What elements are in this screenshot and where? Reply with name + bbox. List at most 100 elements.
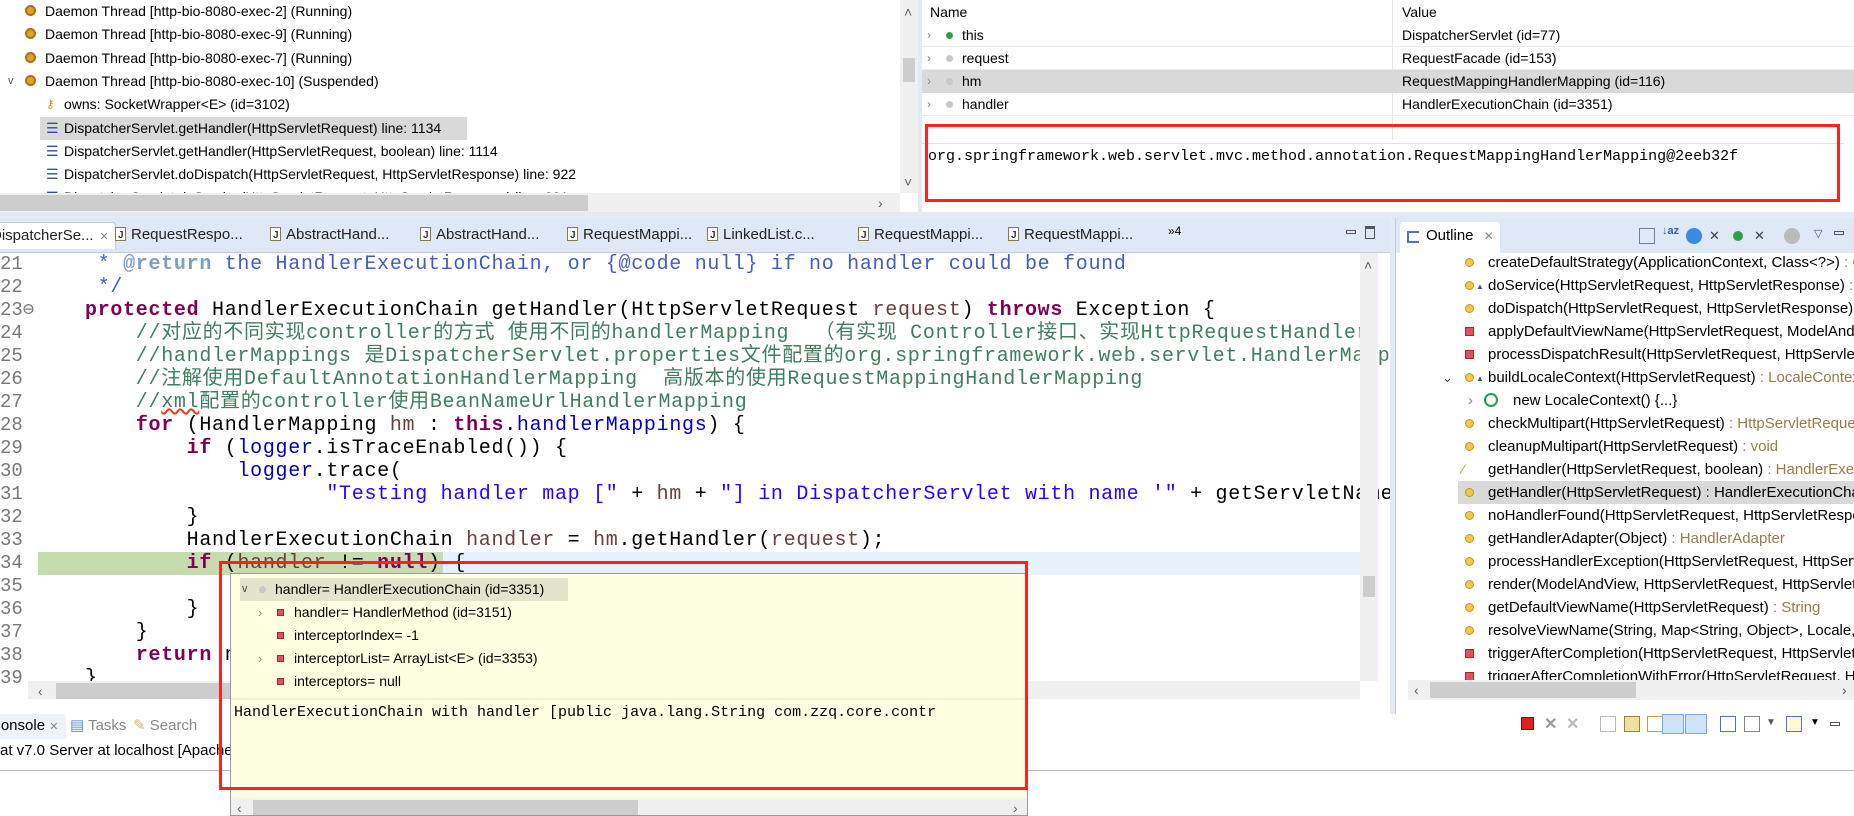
monitor-item[interactable]: ⚷ owns: SocketWrapper<E> (id=3102) <box>0 93 900 116</box>
editor-tab[interactable]: DispatcherSe... ✕ <box>0 222 116 249</box>
code-line[interactable]: for (HandlerMapping hm : this.handlerMap… <box>85 414 1360 437</box>
tab-search[interactable]: ✎ Search <box>133 714 197 739</box>
editor-tab[interactable]: RequestMappi... <box>1008 222 1133 249</box>
editor-tab[interactable]: AbstractHand... <box>420 222 539 249</box>
outline-item[interactable]: noHandlerFound(HttpServletRequest, HttpS… <box>1396 504 1854 527</box>
outline-item[interactable]: processHandlerException(HttpServletReque… <box>1396 550 1854 573</box>
vertical-scrollbar[interactable]: ˄ ˅ <box>900 0 918 193</box>
chevron-right-icon[interactable]: › <box>1468 389 1473 412</box>
chevron-down-icon[interactable]: ⌄ <box>1442 366 1453 389</box>
code-line[interactable]: //注解使用DefaultAnnotationHandlerMapping 高版… <box>85 368 1360 391</box>
chevron-right-icon[interactable]: › <box>927 47 931 70</box>
scroll-right-icon[interactable]: › <box>878 193 883 213</box>
code-line[interactable]: //对应的不同实现controller的方式 使用不同的handlerMappi… <box>85 322 1390 345</box>
outline-item[interactable]: ▲ doService(HttpServletRequest, HttpServl… <box>1396 274 1854 297</box>
code-line[interactable]: } <box>85 506 1360 529</box>
code-line[interactable]: */ <box>85 276 1360 299</box>
editor-tab[interactable]: LinkedList.c... <box>707 222 815 249</box>
outline-item[interactable]: ⌄ ▲ buildLocaleContext(HttpServletRequest)… <box>1396 366 1854 389</box>
variable-row[interactable]: › hm RequestMappingHandlerMapping (id=116) <box>922 70 1854 93</box>
outline-item[interactable]: applyDefaultViewName(HttpServletRequest,… <box>1396 320 1854 343</box>
outline-item[interactable]: processDispatchResult(HttpServletRequest… <box>1396 343 1854 366</box>
outline-item[interactable]: resolveViewName(String, Map<String, Obje… <box>1396 619 1854 642</box>
chevron-down-icon[interactable]: ▼ <box>1810 717 1820 728</box>
outline-item[interactable]: doDispatch(HttpServletRequest, HttpServl… <box>1396 297 1854 320</box>
horizontal-scrollbar[interactable]: ‹ › <box>231 798 1027 815</box>
outline-tree[interactable]: createDefaultStrategy(ApplicationContext… <box>1396 251 1854 685</box>
outline-item[interactable]: getHandler(HttpServletRequest) : Handler… <box>1396 481 1854 504</box>
variable-row[interactable]: › request RequestFacade (id=153) <box>922 47 1854 70</box>
scroll-left-icon[interactable]: ‹ <box>1414 680 1419 700</box>
chevron-down-icon[interactable]: v <box>8 70 14 93</box>
tab-console[interactable]: Console ✕ <box>0 714 66 739</box>
scroll-up-icon[interactable]: ˄ <box>904 2 912 22</box>
code-line[interactable]: protected HandlerExecutionChain getHandl… <box>85 299 1360 322</box>
hide-static-icon[interactable]: ✕ <box>1709 228 1725 244</box>
word-wrap-icon[interactable] <box>1647 716 1663 732</box>
collapse-all-icon[interactable] <box>1639 228 1655 244</box>
minimize-icon[interactable] <box>1830 722 1840 726</box>
horizontal-scrollbar[interactable]: › <box>0 193 900 213</box>
remove-launch-icon[interactable]: ✕ <box>1544 714 1560 733</box>
clear-console-icon[interactable] <box>1600 716 1616 732</box>
stack-frame[interactable]: ☰ DispatcherServlet.doDispatch(HttpServle… <box>0 163 900 186</box>
hide-local-types-icon[interactable]: ✕ <box>1754 228 1770 244</box>
variable-row[interactable]: › handler HandlerExecutionChain (id=3351) <box>922 93 1854 116</box>
outline-item[interactable]: checkMultipart(HttpServletRequest) : Htt… <box>1396 412 1854 435</box>
scroll-right-icon[interactable]: › <box>1842 680 1847 700</box>
scroll-left-icon[interactable]: ‹ <box>38 681 43 699</box>
outline-item[interactable]: getDefaultViewName(HttpServletRequest) :… <box>1396 596 1854 619</box>
sort-icon[interactable]: ↓az <box>1662 225 1679 241</box>
thread-item[interactable]: Daemon Thread [http-bio-8080-exec-2] (Ru… <box>0 0 900 23</box>
code-line[interactable]: HandlerExecutionChain handler = hm.getHa… <box>85 529 1360 552</box>
display-console-icon[interactable] <box>1744 716 1760 732</box>
focus-icon[interactable] <box>1784 228 1800 244</box>
editor-tab[interactable]: RequestRespo... <box>115 222 243 249</box>
maximize-icon[interactable] <box>1365 226 1375 239</box>
scroll-right-icon[interactable]: › <box>1013 798 1018 815</box>
code-line[interactable]: //xml配置的controller使用BeanNameUrlHandlerMa… <box>85 391 1360 414</box>
hide-nonpublic-icon[interactable] <box>1733 231 1743 241</box>
remove-all-icon[interactable]: ✕ <box>1566 714 1582 733</box>
thread-item[interactable]: Daemon Thread [http-bio-8080-exec-7] (Ru… <box>0 47 900 70</box>
code-line[interactable]: logger.trace( <box>85 460 1360 483</box>
outline-item[interactable]: createDefaultStrategy(ApplicationContext… <box>1396 251 1854 274</box>
hide-fields-icon[interactable] <box>1686 228 1702 244</box>
close-icon[interactable]: ✕ <box>1484 229 1494 243</box>
chevron-right-icon[interactable]: › <box>927 70 931 93</box>
outline-item[interactable]: render(ModelAndView, HttpServletRequest,… <box>1396 573 1854 596</box>
view-menu-icon[interactable]: ▽ <box>1814 227 1830 243</box>
close-icon[interactable]: ✕ <box>49 721 58 733</box>
pin-console-icon[interactable] <box>1720 716 1736 732</box>
thread-item[interactable]: v Daemon Thread [http-bio-8080-exec-10] (… <box>0 70 900 93</box>
variable-row[interactable]: › this DispatcherServlet (id=77) <box>922 24 1854 47</box>
code-line[interactable]: //handlerMappings 是DispatcherServlet.pro… <box>85 345 1390 368</box>
code-line[interactable]: "Testing handler map [" + hm + "] in Dis… <box>85 483 1390 506</box>
chevron-right-icon[interactable]: › <box>927 24 931 47</box>
outline-item[interactable]: triggerAfterCompletion(HttpServletReques… <box>1396 642 1854 665</box>
code-line[interactable]: * @return the HandlerExecutionChain, or … <box>85 253 1360 276</box>
chevron-down-icon[interactable]: ▼ <box>1766 717 1776 728</box>
tab-outline[interactable]: Outline ✕ <box>1400 222 1500 253</box>
scroll-left-icon[interactable]: ‹ <box>237 798 242 815</box>
chevron-right-icon[interactable]: › <box>927 93 931 116</box>
outline-item[interactable]: › new LocaleContext() {...} <box>1396 389 1854 412</box>
vertical-scrollbar[interactable]: ˄ <box>1360 253 1378 681</box>
horizontal-scrollbar[interactable]: ‹ › <box>1408 680 1854 700</box>
thread-tree[interactable]: Daemon Thread [http-bio-8080-exec-2] (Ru… <box>0 0 900 205</box>
tab-overflow[interactable]: »4 <box>1168 224 1181 238</box>
show-on-stderr-icon[interactable] <box>1685 714 1707 734</box>
close-icon[interactable]: ✕ <box>100 231 109 243</box>
column-value-header[interactable]: Value <box>1402 1 1437 24</box>
outline-item[interactable]: getHandlerAdapter(Object) : HandlerAdapt… <box>1396 527 1854 550</box>
column-name-header[interactable]: Name <box>930 1 967 24</box>
stack-frame[interactable]: ☰ DispatcherServlet.getHandler(HttpServle… <box>0 140 900 163</box>
open-console-icon[interactable] <box>1786 716 1802 732</box>
terminate-icon[interactable] <box>1521 717 1534 730</box>
thread-item[interactable]: Daemon Thread [http-bio-8080-exec-9] (Ru… <box>0 23 900 46</box>
outline-item[interactable]: ⁄ getHandler(HttpServletRequest, boolean)… <box>1396 458 1854 481</box>
stack-frame[interactable]: ☰ DispatcherServlet.getHandler(HttpServle… <box>0 116 900 140</box>
tab-tasks[interactable]: ▤ Tasks <box>70 714 126 739</box>
minimize-icon[interactable] <box>1834 231 1844 235</box>
scroll-down-icon[interactable]: ˅ <box>904 172 912 192</box>
